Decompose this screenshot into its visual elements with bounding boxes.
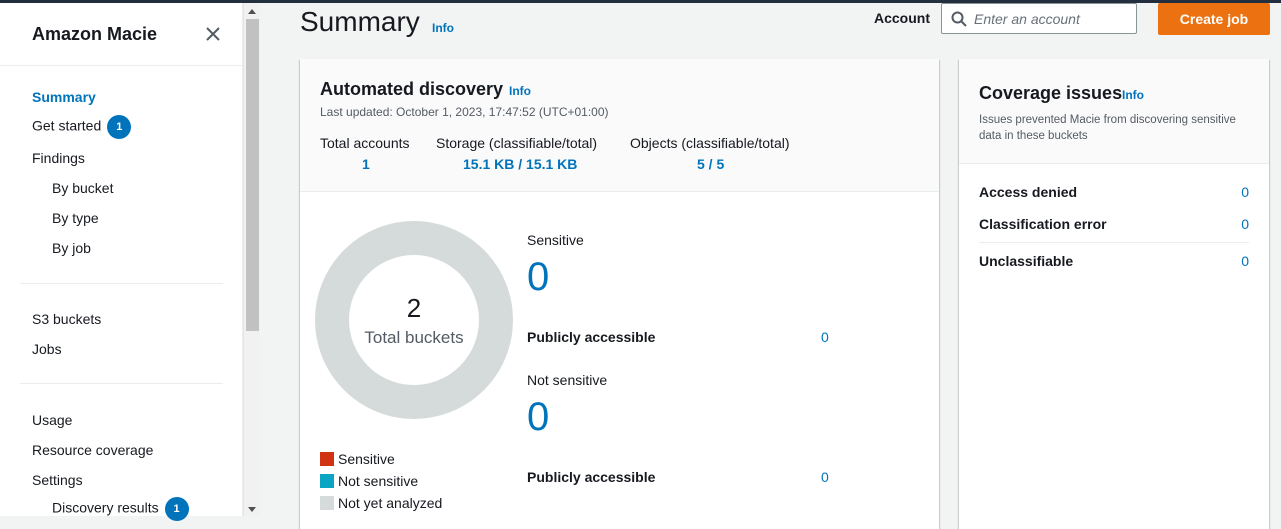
close-icon[interactable] xyxy=(204,25,222,43)
total-accounts-value[interactable]: 1 xyxy=(362,156,370,172)
sidebar-item-by-type[interactable]: By type xyxy=(52,210,99,226)
sidebar-item-summary[interactable]: Summary xyxy=(32,89,96,105)
coverage-row-value[interactable]: 0 xyxy=(1241,184,1249,200)
sidebar-scrollbar[interactable] xyxy=(243,3,260,516)
legend-not-yet-analyzed: Not yet analyzed xyxy=(320,495,442,511)
sidebar-item-jobs[interactable]: Jobs xyxy=(32,341,62,357)
sidebar-item-usage[interactable]: Usage xyxy=(32,412,72,428)
scroll-down-arrow-icon[interactable] xyxy=(248,507,256,512)
account-search-input[interactable] xyxy=(974,9,1132,29)
sidebar-header: Amazon Macie xyxy=(0,3,242,66)
legend-swatch xyxy=(320,474,334,488)
not-sensitive-label: Not sensitive xyxy=(527,372,608,388)
coverage-row-label: Classification error xyxy=(979,216,1107,232)
coverage-row-label: Unclassifiable xyxy=(979,253,1074,269)
coverage-issues-card: Coverage issues Info Issues prevented Ma… xyxy=(959,59,1269,529)
sidebar-item-resource-coverage[interactable]: Resource coverage xyxy=(32,442,153,458)
automated-discovery-title: Automated discovery xyxy=(320,79,504,99)
coverage-issues-info-link[interactable]: Info xyxy=(1122,88,1144,102)
sidebar-divider xyxy=(20,383,223,384)
legend-not-sensitive: Not sensitive xyxy=(320,473,418,489)
sidebar-item-findings[interactable]: Findings xyxy=(32,150,85,166)
last-updated-text: Last updated: October 1, 2023, 17:47:52 … xyxy=(320,105,609,119)
automated-discovery-card: Automated discovery Info Last updated: O… xyxy=(300,59,939,529)
search-icon xyxy=(951,11,967,27)
sensitive-public-value[interactable]: 0 xyxy=(821,329,829,345)
page-title: Summary xyxy=(300,6,420,37)
sidebar-item-get-started[interactable]: Get started 1 xyxy=(32,115,132,139)
total-buckets-label: Total buckets xyxy=(364,328,464,347)
create-job-button[interactable]: Create job xyxy=(1158,3,1270,35)
sidebar-divider xyxy=(20,283,223,284)
sidebar-title: Amazon Macie xyxy=(32,24,158,44)
legend-label: Not sensitive xyxy=(338,473,419,489)
sidebar-item-label: Discovery results xyxy=(52,499,159,516)
total-accounts-label: Total accounts xyxy=(320,135,410,151)
page-info-link[interactable]: Info xyxy=(432,21,454,35)
objects-label: Objects (classifiable/total) xyxy=(630,135,790,151)
sidebar: Amazon Macie Summary Get started 1 Findin… xyxy=(0,3,243,521)
scrollbar-thumb[interactable] xyxy=(246,19,259,331)
sensitive-public-label: Publicly accessible xyxy=(527,329,656,345)
sidebar-item-discovery-results[interactable]: Discovery results 1 xyxy=(52,497,189,521)
sidebar-item-by-job[interactable]: By job xyxy=(52,240,91,256)
sensitive-count[interactable]: 0 xyxy=(527,255,549,300)
sidebar-item-label: Get started xyxy=(32,117,102,134)
account-label: Account xyxy=(874,10,930,26)
not-sensitive-public-value[interactable]: 0 xyxy=(821,469,829,485)
not-sensitive-count[interactable]: 0 xyxy=(527,395,549,440)
coverage-issues-description: Issues prevented Macie from discovering … xyxy=(979,114,1236,142)
coverage-row-label: Access denied xyxy=(979,184,1078,200)
total-buckets-count: 2 xyxy=(406,293,422,323)
storage-value[interactable]: 15.1 KB / 15.1 KB xyxy=(463,156,577,172)
legend-label: Not yet analyzed xyxy=(338,495,443,511)
objects-value[interactable]: 5 / 5 xyxy=(697,156,724,172)
notification-badge: 1 xyxy=(164,497,189,521)
storage-label: Storage (classifiable/total) xyxy=(436,135,598,151)
coverage-divider xyxy=(979,242,1249,243)
not-sensitive-public-label: Publicly accessible xyxy=(527,469,656,485)
automated-discovery-header: Automated discovery Info Last updated: O… xyxy=(300,59,939,192)
notification-badge: 1 xyxy=(107,115,132,139)
legend-swatch xyxy=(320,496,334,510)
legend-sensitive: Sensitive xyxy=(320,451,395,467)
automated-discovery-info-link[interactable]: Info xyxy=(509,84,531,98)
coverage-issues-header: Coverage issues Info Issues prevented Ma… xyxy=(959,59,1269,164)
coverage-issues-title: Coverage issues xyxy=(979,83,1123,103)
sidebar-item-settings[interactable]: Settings xyxy=(32,472,83,488)
sidebar-item-by-bucket[interactable]: By bucket xyxy=(52,180,113,196)
scroll-up-arrow-icon[interactable] xyxy=(248,9,256,14)
coverage-row-value[interactable]: 0 xyxy=(1241,216,1249,232)
coverage-row-value[interactable]: 0 xyxy=(1241,253,1249,269)
legend-label: Sensitive xyxy=(338,451,395,467)
sidebar-item-s3-buckets[interactable]: S3 buckets xyxy=(32,311,101,327)
account-search-field[interactable] xyxy=(941,3,1137,34)
legend-swatch xyxy=(320,452,334,466)
sensitive-label: Sensitive xyxy=(527,232,584,248)
